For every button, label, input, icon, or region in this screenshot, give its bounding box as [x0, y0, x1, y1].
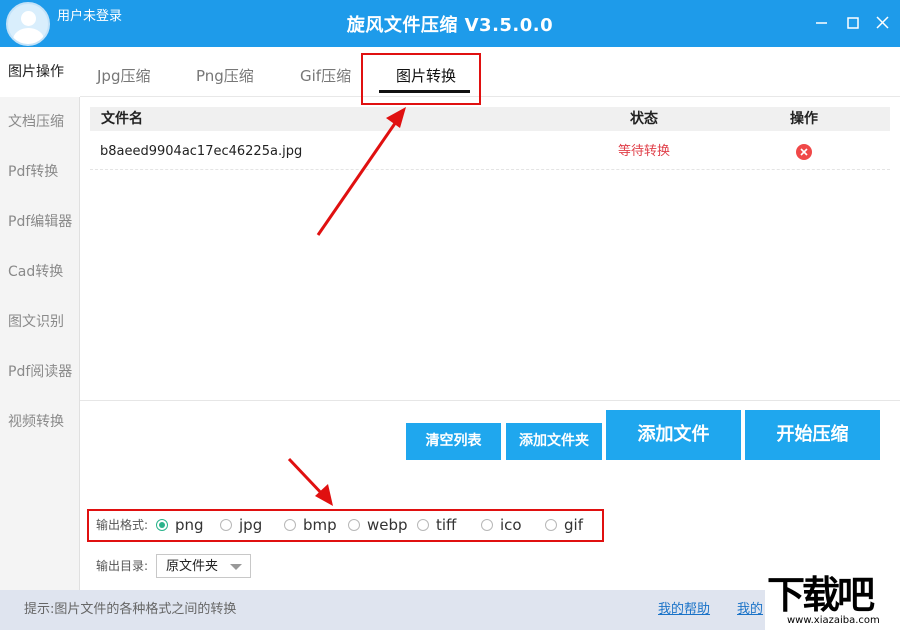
format-option-label: gif [564, 516, 583, 534]
tab-gif-compress[interactable]: Gif压缩 [300, 47, 351, 97]
output-format-label: 输出格式: [96, 518, 149, 532]
close-icon [876, 16, 889, 29]
file-name-cell: b8aeed9904ac17ec46225a.jpg [100, 144, 303, 159]
format-option-label: webp [367, 516, 408, 534]
tab-jpg-compress[interactable]: Jpg压缩 [97, 47, 150, 97]
column-header-status: 状态 [630, 111, 658, 127]
format-option-label: tiff [436, 516, 457, 534]
arrow-to-format [287, 457, 333, 506]
radio-icon [348, 519, 360, 531]
remove-icon [800, 148, 808, 156]
radio-icon [481, 519, 493, 531]
close-button[interactable] [872, 12, 894, 34]
radio-icon [284, 519, 296, 531]
mine-link[interactable]: 我的 [737, 590, 767, 630]
file-table-header: 文件名 状态 操作 [90, 107, 890, 131]
format-option-label: png [175, 516, 204, 534]
file-status-cell: 等待转换 [618, 144, 671, 159]
add-file-button[interactable]: 添加文件 [606, 410, 741, 460]
radio-checked-icon [156, 519, 168, 531]
table-row[interactable]: b8aeed9904ac17ec46225a.jpg 等待转换 [90, 137, 890, 170]
maximize-button[interactable] [842, 12, 864, 34]
sidebar-item-image-ops[interactable]: 图片操作 [0, 47, 81, 97]
tab-bar: Jpg压缩 Png压缩 Gif压缩 图片转换 [80, 47, 900, 97]
hint-text: 提示:图片文件的各种格式之间的转换 [24, 602, 237, 617]
column-header-filename: 文件名 [101, 111, 143, 127]
maximize-icon [847, 17, 859, 29]
sidebar: 图片操作 文档压缩 Pdf转换 Pdf编辑器 Cad转换 图文识别 Pdf阅读器… [0, 47, 81, 590]
output-dir-label: 输出目录: [96, 559, 149, 573]
app-title: 旋风文件压缩 V3.5.0.0 [346, 15, 554, 36]
radio-icon [417, 519, 429, 531]
tab-png-compress[interactable]: Png压缩 [196, 47, 254, 97]
clear-list-button[interactable]: 清空列表 [406, 423, 501, 460]
format-option-label: jpg [239, 516, 263, 534]
sidebar-item-pdf-convert[interactable]: Pdf转换 [0, 147, 80, 197]
annotation-box-tab [361, 53, 481, 105]
help-link[interactable]: 我的帮助 [658, 590, 710, 630]
output-dir-value: 原文件夹 [166, 559, 219, 574]
minimize-icon [816, 22, 827, 24]
start-compress-button[interactable]: 开始压缩 [745, 410, 880, 460]
chevron-down-icon [230, 564, 242, 570]
radio-icon [545, 519, 557, 531]
format-option-label: ico [500, 516, 522, 534]
watermark-logo: 下载吧 www.xiazaiba.com [765, 573, 900, 630]
add-folder-button[interactable]: 添加文件夹 [506, 423, 602, 460]
watermark-text: 下载吧 [767, 573, 875, 617]
radio-icon [220, 519, 232, 531]
minimize-button[interactable] [811, 12, 833, 34]
sidebar-item-cad-convert[interactable]: Cad转换 [0, 247, 80, 297]
sidebar-item-video-convert[interactable]: 视频转换 [0, 397, 80, 447]
watermark-url: www.xiazaiba.com [787, 615, 880, 626]
output-dir-select[interactable]: 原文件夹 [156, 554, 251, 578]
format-option-label: bmp [303, 516, 337, 534]
title-bar: 用户未登录 旋风文件压缩 V3.5.0.0 [0, 0, 900, 47]
panel-divider [80, 400, 900, 401]
sidebar-item-doc-compress[interactable]: 文档压缩 [0, 97, 80, 147]
sidebar-item-pdf-editor[interactable]: Pdf编辑器 [0, 197, 80, 247]
sidebar-item-pdf-reader[interactable]: Pdf阅读器 [0, 347, 80, 397]
column-header-action: 操作 [790, 111, 818, 127]
delete-file-button[interactable] [796, 144, 812, 160]
sidebar-item-ocr[interactable]: 图文识别 [0, 297, 80, 347]
